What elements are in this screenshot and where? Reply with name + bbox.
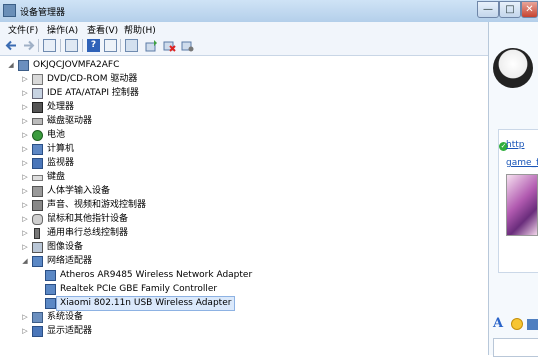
network-adapter-icon bbox=[45, 284, 56, 295]
hid-icon bbox=[32, 186, 43, 197]
category-label: 鼠标和其他指针设备 bbox=[47, 214, 129, 224]
ide-controller-icon bbox=[32, 88, 43, 99]
category-label: 网络适配器 bbox=[47, 256, 93, 266]
battery-icon bbox=[32, 130, 43, 141]
collapse-arrow-icon[interactable]: ◢ bbox=[21, 255, 29, 268]
expand-arrow-icon[interactable]: ▷ bbox=[21, 185, 29, 198]
monitor-icon bbox=[32, 158, 43, 169]
disk-drive-icon bbox=[32, 118, 43, 125]
window-title: 设备管理器 bbox=[20, 8, 66, 18]
expand-arrow-icon[interactable]: ▷ bbox=[21, 157, 29, 170]
category-label: 监视器 bbox=[47, 158, 75, 168]
device-label: Xiaomi 802.11n USB Wireless Adapter bbox=[56, 296, 236, 311]
view-icon[interactable] bbox=[104, 39, 117, 52]
mouse-icon bbox=[32, 214, 43, 225]
expand-arrow-icon[interactable]: ▷ bbox=[21, 227, 29, 240]
menu-file[interactable]: 文件(F) bbox=[5, 23, 41, 36]
avatar[interactable] bbox=[493, 48, 533, 88]
category-label: 通用串行总线控制器 bbox=[47, 228, 129, 238]
expand-arrow-icon[interactable]: ▷ bbox=[21, 101, 29, 114]
category-label: 计算机 bbox=[47, 144, 75, 154]
system-device-icon bbox=[32, 312, 43, 323]
close-button[interactable]: ✕ bbox=[521, 1, 538, 18]
keyboard-icon bbox=[32, 175, 43, 181]
category-label: IDE ATA/ATAPI 控制器 bbox=[47, 88, 139, 98]
category-label: 磁盘驱动器 bbox=[47, 116, 93, 126]
category-label: 人体学输入设备 bbox=[47, 186, 111, 196]
collapse-arrow-icon[interactable]: ◢ bbox=[7, 59, 15, 72]
processor-icon bbox=[32, 102, 43, 113]
title-bar: 设备管理器 — □ ✕ bbox=[0, 0, 538, 23]
disable-icon[interactable] bbox=[181, 39, 194, 52]
usb-icon bbox=[34, 228, 40, 239]
menu-view[interactable]: 查看(V) bbox=[84, 23, 121, 36]
root-label: OKJQCJOVMFA2AFC bbox=[33, 60, 120, 70]
menu-bar: 文件(F) 操作(A) 查看(V) 帮助(H) bbox=[0, 22, 488, 36]
expand-arrow-icon[interactable]: ▷ bbox=[21, 129, 29, 142]
expand-arrow-icon[interactable]: ▷ bbox=[21, 241, 29, 254]
forward-icon[interactable] bbox=[22, 39, 35, 52]
category-label: 显示适配器 bbox=[47, 326, 93, 336]
properties-icon[interactable] bbox=[65, 39, 78, 52]
expand-arrow-icon[interactable]: ▷ bbox=[21, 115, 29, 128]
category-label: 处理器 bbox=[47, 102, 75, 112]
expand-arrow-icon[interactable]: ▷ bbox=[21, 311, 29, 324]
toolbar-separator bbox=[38, 39, 39, 52]
minimize-button[interactable]: — bbox=[477, 1, 499, 18]
sound-icon bbox=[32, 200, 43, 211]
toolbar-separator bbox=[120, 39, 121, 52]
expand-arrow-icon[interactable]: ▷ bbox=[21, 87, 29, 100]
expand-arrow-icon[interactable]: ▷ bbox=[21, 213, 29, 226]
expand-arrow-icon[interactable]: ▷ bbox=[21, 325, 29, 338]
network-adapter-icon bbox=[32, 256, 43, 267]
chat-input[interactable] bbox=[493, 338, 538, 357]
maximize-button[interactable]: □ bbox=[499, 1, 521, 18]
category-label: 图像设备 bbox=[47, 242, 84, 252]
device-manager-icon bbox=[3, 4, 16, 17]
category-label: 键盘 bbox=[47, 172, 66, 182]
help-icon[interactable]: ? bbox=[87, 39, 100, 52]
font-icon[interactable]: A bbox=[493, 316, 503, 331]
category-label: 声音、视频和游戏控制器 bbox=[47, 200, 147, 210]
device-label: Atheros AR9485 Wireless Network Adapter bbox=[60, 270, 253, 280]
toolbar-separator bbox=[60, 39, 61, 52]
network-adapter-icon bbox=[45, 298, 56, 309]
expand-arrow-icon[interactable]: ▷ bbox=[21, 199, 29, 212]
update-driver-icon[interactable] bbox=[145, 39, 158, 52]
emoji-icon[interactable] bbox=[511, 318, 523, 330]
message-link[interactable]: http bbox=[506, 140, 524, 150]
computer-icon bbox=[18, 60, 29, 71]
display-adapter-icon bbox=[32, 326, 43, 337]
screenshot-icon[interactable] bbox=[527, 319, 538, 330]
category-label: 系统设备 bbox=[47, 312, 84, 322]
console-tree-icon[interactable] bbox=[43, 39, 56, 52]
expand-arrow-icon[interactable]: ▷ bbox=[21, 171, 29, 184]
network-adapter-icon bbox=[45, 270, 56, 281]
device-tree[interactable]: ◢ OKJQCJOVMFA2AFC ▷ DVD/CD-ROM 驱动器 ▷ IDE… bbox=[0, 56, 488, 355]
imaging-device-icon bbox=[32, 242, 43, 253]
dvd-drive-icon bbox=[32, 74, 43, 85]
toolbar-separator bbox=[82, 39, 83, 52]
message-image[interactable] bbox=[506, 174, 538, 236]
category-label: 电池 bbox=[47, 130, 66, 140]
expand-arrow-icon[interactable]: ▷ bbox=[21, 143, 29, 156]
scan-hardware-icon[interactable] bbox=[125, 39, 138, 52]
category-label: DVD/CD-ROM 驱动器 bbox=[47, 74, 138, 84]
message-link-game[interactable]: game_f bbox=[506, 158, 538, 168]
device-label: Realtek PCIe GBE Family Controller bbox=[60, 284, 218, 294]
toolbar: ? bbox=[0, 36, 488, 56]
chat-window: ✓ http game_f A bbox=[488, 22, 538, 357]
menu-help[interactable]: 帮助(H) bbox=[121, 23, 159, 36]
menu-action[interactable]: 操作(A) bbox=[44, 23, 81, 36]
expand-arrow-icon[interactable]: ▷ bbox=[21, 73, 29, 86]
computer-icon bbox=[32, 144, 43, 155]
back-icon[interactable] bbox=[5, 39, 18, 52]
uninstall-icon[interactable] bbox=[163, 39, 176, 52]
